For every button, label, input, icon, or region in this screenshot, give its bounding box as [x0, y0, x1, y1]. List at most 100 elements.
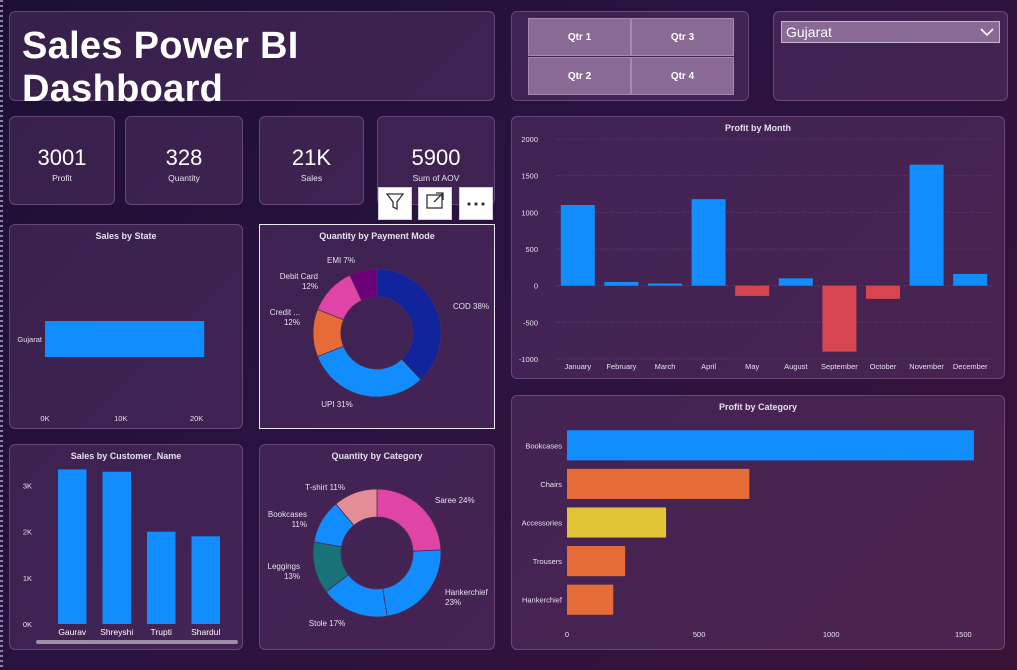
bar	[560, 205, 595, 286]
bar	[567, 546, 626, 577]
x-tick-label: January	[564, 362, 591, 371]
bar	[735, 285, 770, 296]
bar	[567, 507, 667, 538]
y-tick-label: 1500	[521, 172, 538, 181]
category-label: Gujarat	[17, 335, 43, 344]
profit-by-category-card: Profit by Category Bookcases Chairs Access…	[511, 395, 1005, 650]
canvas-left-border	[0, 0, 3, 670]
donut-slice	[376, 268, 442, 381]
x-tick-label: September	[821, 362, 858, 371]
bar	[953, 273, 988, 286]
kpi-value: 5900	[411, 145, 461, 170]
slice-label: 12%	[284, 318, 300, 327]
kpi-value: 328	[165, 145, 203, 170]
filter-button[interactable]	[378, 187, 412, 220]
x-tick-label: 0	[565, 630, 569, 639]
slice-label: Credit ...	[270, 308, 300, 317]
state-dropdown-value: Gujarat	[786, 24, 832, 40]
bar	[58, 469, 87, 624]
x-tick-label: March	[655, 362, 676, 371]
x-tick-label: Gaurav	[58, 627, 87, 637]
page-title: Sales Power BI Dashboard	[22, 25, 299, 110]
y-tick-label: 2K	[23, 528, 32, 537]
state-dropdown[interactable]: Gujarat	[781, 21, 1000, 43]
bar	[102, 471, 131, 624]
quarter-button-qtr1[interactable]: Qtr 1	[528, 18, 631, 56]
quarter-button-qtr3[interactable]: Qtr 3	[631, 18, 734, 56]
bar	[604, 282, 639, 286]
payment-mode-donut-chart[interactable]: COD 38%UPI 31%Credit ...12%Debit Card12%…	[260, 239, 494, 427]
bar	[567, 584, 614, 615]
bar	[909, 164, 944, 286]
category-label: Bookcases	[525, 441, 562, 450]
bar	[191, 536, 220, 624]
kpi-card-sales: 21K Sales	[259, 116, 364, 205]
kpi-card-profit: 3001 Profit	[9, 116, 115, 205]
bar	[567, 468, 750, 499]
slice-label: COD 38%	[453, 302, 489, 311]
category-label: Hankerchief	[522, 596, 563, 605]
category-label: Trousers	[533, 557, 563, 566]
focus-mode-button[interactable]	[418, 187, 452, 220]
slice-label: Leggings	[268, 562, 300, 571]
slice-label: T-shirt 11%	[305, 483, 345, 492]
sales-by-customer-chart[interactable]: 3K 2K 1K 0K Gaurav Shreyshi Trupti Shardul	[10, 449, 242, 649]
profit-by-month-chart[interactable]: 2000 1500 1000 500 0 -500 -1000 January February…	[512, 129, 1004, 379]
bar	[865, 285, 901, 299]
x-tick-label: 1500	[955, 630, 972, 639]
kpi-label: Sales	[300, 173, 323, 183]
x-tick-label: Trupti	[151, 627, 173, 637]
quarter-button-qtr2[interactable]: Qtr 2	[528, 57, 631, 95]
y-tick-label: 2000	[521, 135, 538, 144]
x-tick-label: Shardul	[191, 627, 220, 637]
slice-label: Hankerchief	[445, 588, 488, 597]
slice-label: Saree 24%	[435, 496, 475, 505]
x-tick-label: 0K	[40, 414, 49, 423]
horizontal-scrollbar[interactable]	[36, 640, 238, 644]
x-tick-label: 20K	[190, 414, 203, 423]
bar	[691, 199, 726, 286]
y-tick-label: -1000	[519, 355, 538, 364]
title-card: Sales Power BI Dashboard	[9, 11, 495, 110]
sales-by-customer-card: Sales by Customer_Name 3K 2K 1K 0K Gaurav Shr…	[9, 444, 243, 650]
slice-label: 13%	[284, 572, 300, 581]
bar	[45, 321, 205, 357]
donut-slice	[316, 345, 422, 398]
filter-icon	[385, 191, 405, 216]
slice-label: Stole 17%	[309, 619, 345, 628]
category-label: Chairs	[540, 480, 562, 489]
x-tick-label: Shreyshi	[100, 627, 133, 637]
slice-label: UPI 31%	[321, 400, 353, 409]
bar	[567, 430, 974, 461]
y-tick-label: 3K	[23, 482, 32, 491]
y-tick-label: 0K	[23, 620, 32, 629]
x-tick-label: February	[606, 362, 636, 371]
bar	[822, 285, 857, 352]
quarter-slicer: Qtr 1 Qtr 3 Qtr 2 Qtr 4	[511, 11, 749, 101]
sales-by-state-card: Sales by State Gujarat 0K 10K 20K	[9, 224, 243, 429]
profit-by-month-card: Profit by Month 2000 1500 1000 500 0 -500 -100…	[511, 116, 1005, 379]
kpi-label: Profit	[52, 173, 72, 183]
x-tick-label: 1000	[823, 630, 840, 639]
quantity-by-category-donut-chart[interactable]: Saree 24% Hankerchief23% Stole 17% Leggings…	[260, 459, 494, 649]
sales-by-state-chart[interactable]: Gujarat 0K 10K 20K	[10, 229, 242, 429]
x-tick-label: October	[870, 362, 897, 371]
x-tick-label: August	[784, 362, 808, 371]
y-tick-label: 1K	[23, 574, 32, 583]
x-tick-label: 500	[693, 630, 706, 639]
slice-label: 12%	[302, 282, 318, 291]
x-tick-label: November	[909, 362, 944, 371]
kpi-label: Quantity	[168, 173, 200, 183]
y-tick-label: 1000	[521, 208, 538, 217]
donut-slice	[376, 488, 442, 552]
profit-by-category-chart[interactable]: Bookcases Chairs Accessories Trousers Hanker…	[512, 404, 1004, 649]
payment-mode-card[interactable]: Quantity by Payment Mode COD 38% UPI 31% C…	[259, 224, 495, 429]
chevron-down-icon[interactable]	[979, 25, 995, 41]
y-tick-label: 500	[525, 245, 538, 254]
x-tick-label: April	[701, 362, 716, 371]
more-options-button[interactable]	[459, 187, 493, 220]
focus-mode-icon	[425, 191, 445, 216]
quarter-button-qtr4[interactable]: Qtr 4	[631, 57, 734, 95]
x-tick-label: 10K	[114, 414, 127, 423]
slice-label: Debit Card	[280, 272, 318, 281]
